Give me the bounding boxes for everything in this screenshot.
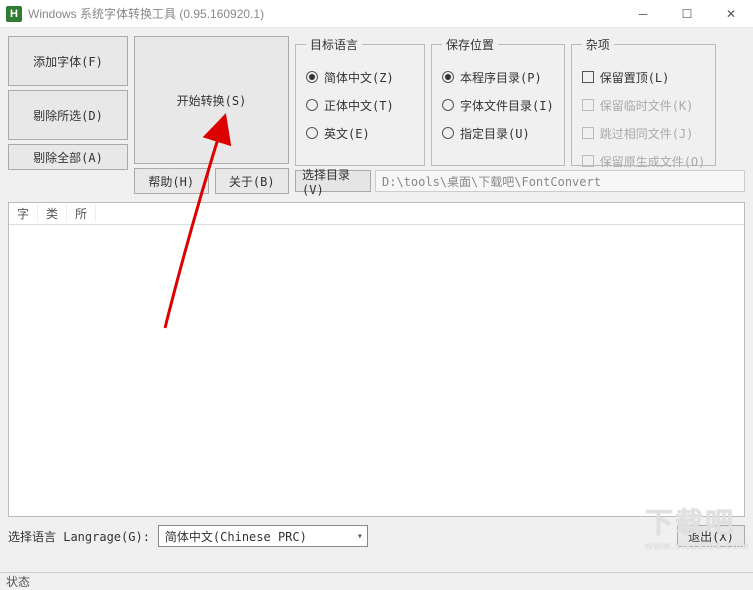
radio-icon bbox=[442, 127, 454, 139]
target-lang-english[interactable]: 英文(E) bbox=[306, 119, 414, 147]
radio-icon bbox=[442, 99, 454, 111]
save-loc-font-dir[interactable]: 字体文件目录(I) bbox=[442, 91, 554, 119]
language-label: 选择语言 Langrage(G): bbox=[8, 528, 150, 545]
chevron-down-icon: ▾ bbox=[357, 531, 363, 542]
col-type[interactable]: 类 bbox=[38, 205, 67, 222]
checkbox-icon bbox=[582, 127, 594, 139]
start-convert-button[interactable]: 开始转换(S) bbox=[134, 36, 289, 164]
radio-icon bbox=[306, 71, 318, 83]
window-title: Windows 系统字体转换工具 (0.95.160920.1) bbox=[28, 5, 621, 22]
status-text: 状态 bbox=[6, 573, 30, 590]
language-combobox[interactable]: 简体中文(Chinese PRC) ▾ bbox=[158, 525, 368, 547]
close-button[interactable]: ✕ bbox=[709, 0, 753, 28]
radio-icon bbox=[442, 71, 454, 83]
add-font-button[interactable]: 添加字体(F) bbox=[8, 36, 128, 86]
list-header: 字 类 所 bbox=[9, 203, 744, 225]
misc-keep-temp[interactable]: 保留临时文件(K) bbox=[582, 91, 706, 119]
target-language-legend: 目标语言 bbox=[306, 36, 362, 53]
status-bar: 状态 bbox=[0, 572, 753, 590]
help-button[interactable]: 帮助(H) bbox=[134, 168, 209, 194]
remove-selected-button[interactable]: 剔除所选(D) bbox=[8, 90, 128, 140]
checkbox-icon bbox=[582, 155, 594, 167]
minimize-button[interactable]: ─ bbox=[621, 0, 665, 28]
select-dir-button[interactable]: 选择目录(V) bbox=[295, 170, 371, 192]
target-language-group: 目标语言 简体中文(Z) 正体中文(T) 英文(E) bbox=[295, 36, 425, 166]
misc-group: 杂项 保留置顶(L) 保留临时文件(K) 跳过相同文件(J) 保留原生成文件(O… bbox=[571, 36, 717, 166]
exit-button[interactable]: 退出(X) bbox=[677, 525, 745, 547]
col-location[interactable]: 所 bbox=[67, 205, 96, 222]
radio-icon bbox=[306, 127, 318, 139]
path-display: D:\tools\桌面\下载吧\FontConvert bbox=[375, 170, 745, 192]
misc-legend: 杂项 bbox=[582, 36, 614, 53]
misc-keep-top[interactable]: 保留置顶(L) bbox=[582, 63, 706, 91]
target-lang-simplified[interactable]: 简体中文(Z) bbox=[306, 63, 414, 91]
about-button[interactable]: 关于(B) bbox=[215, 168, 290, 194]
remove-all-button[interactable]: 剔除全部(A) bbox=[8, 144, 128, 170]
save-loc-custom-dir[interactable]: 指定目录(U) bbox=[442, 119, 554, 147]
maximize-button[interactable]: ☐ bbox=[665, 0, 709, 28]
language-value: 简体中文(Chinese PRC) bbox=[165, 528, 307, 545]
col-font[interactable]: 字 bbox=[9, 205, 38, 222]
app-icon: H bbox=[6, 6, 22, 22]
checkbox-icon bbox=[582, 71, 594, 83]
file-list[interactable]: 字 类 所 bbox=[8, 202, 745, 517]
save-location-group: 保存位置 本程序目录(P) 字体文件目录(I) 指定目录(U) bbox=[431, 36, 565, 166]
title-bar: H Windows 系统字体转换工具 (0.95.160920.1) ─ ☐ ✕ bbox=[0, 0, 753, 28]
checkbox-icon bbox=[582, 99, 594, 111]
save-loc-program-dir[interactable]: 本程序目录(P) bbox=[442, 63, 554, 91]
misc-skip-same[interactable]: 跳过相同文件(J) bbox=[582, 119, 706, 147]
radio-icon bbox=[306, 99, 318, 111]
save-location-legend: 保存位置 bbox=[442, 36, 498, 53]
target-lang-traditional[interactable]: 正体中文(T) bbox=[306, 91, 414, 119]
